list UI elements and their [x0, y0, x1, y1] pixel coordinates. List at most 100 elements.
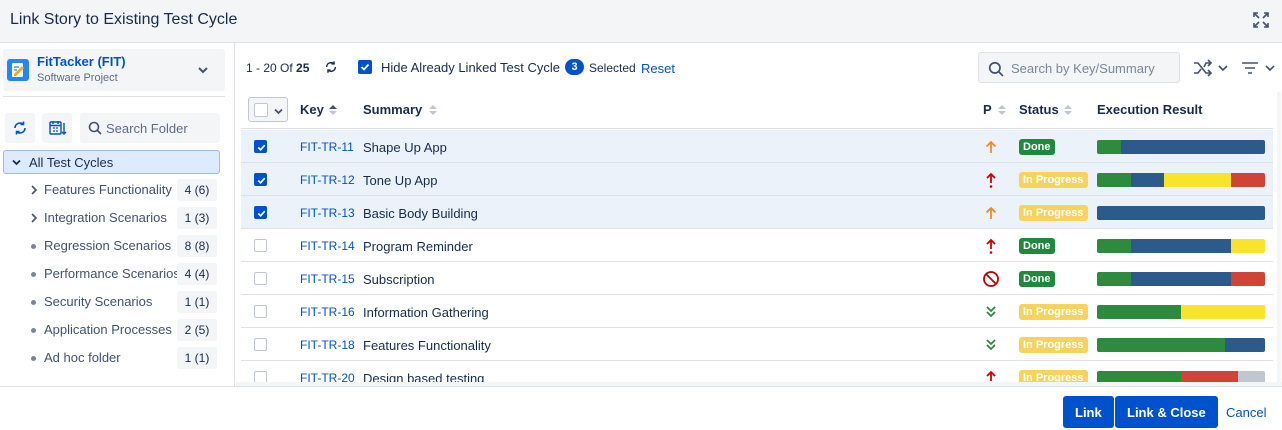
table-row[interactable]: FIT-TR-20 Design based testing In Progress — [241, 361, 1273, 382]
filter-icon[interactable] — [1240, 58, 1280, 78]
key-summary-search-input[interactable] — [1011, 59, 1176, 77]
table-row[interactable]: FIT-TR-13 Basic Body Building In Progress — [241, 196, 1273, 229]
header-execution-result: Execution Result — [1097, 102, 1203, 117]
header-priority[interactable]: P — [983, 102, 992, 117]
header-key[interactable]: Key — [300, 102, 324, 117]
row-key-link[interactable]: FIT-TR-16 — [300, 305, 355, 319]
row-checkbox[interactable] — [254, 305, 267, 318]
folder-search-input[interactable] — [106, 119, 216, 137]
chevron-right-icon[interactable] — [29, 213, 39, 223]
table-row[interactable]: FIT-TR-11 Shape Up App Done — [241, 130, 1273, 163]
execution-result-bar — [1097, 371, 1265, 382]
select-all-dropdown[interactable] — [248, 97, 288, 122]
folder-label: Ad hoc folder — [44, 350, 121, 365]
project-selector[interactable]: FitTacker (FIT) Software Project — [3, 49, 225, 91]
execution-segment — [1097, 173, 1131, 187]
sort-icon[interactable] — [997, 104, 1007, 116]
link-and-close-button[interactable]: Link & Close — [1115, 396, 1218, 428]
folder-item[interactable]: Ad hoc folder 1 (1) — [0, 346, 225, 370]
folder-label: Performance Scenarios — [44, 266, 180, 281]
execution-result-bar — [1097, 239, 1265, 253]
status-badge: Done — [1019, 271, 1055, 287]
execution-result-bar — [1097, 338, 1265, 352]
table-row[interactable]: FIT-TR-18 Features Functionality In Progre… — [241, 328, 1273, 361]
project-logo-icon — [7, 59, 29, 81]
select-all-checkbox[interactable] — [254, 103, 268, 117]
row-key-link[interactable]: FIT-TR-15 — [300, 272, 355, 286]
reset-link[interactable]: Reset — [641, 61, 675, 76]
tree-root-all-test-cycles[interactable]: All Test Cycles — [3, 150, 220, 174]
header-status[interactable]: Status — [1019, 102, 1059, 117]
priority-medium-icon — [985, 206, 997, 219]
row-checkbox[interactable] — [254, 239, 267, 252]
sort-icon[interactable] — [428, 104, 438, 116]
table-row[interactable]: FIT-TR-12 Tone Up App In Progress — [241, 163, 1273, 196]
selected-label: Selected — [589, 61, 636, 75]
folder-count: 1 (1) — [177, 291, 217, 313]
chevron-right-icon[interactable] — [29, 185, 39, 195]
table-row[interactable]: FIT-TR-15 Subscription Done — [241, 262, 1273, 295]
row-checkbox[interactable] — [254, 173, 267, 186]
execution-segment — [1097, 272, 1131, 286]
row-summary: Subscription — [363, 272, 435, 287]
sort-ascending-icon[interactable] — [328, 104, 338, 116]
row-checkbox[interactable] — [254, 206, 267, 219]
bullet-icon — [31, 244, 36, 249]
row-checkbox[interactable] — [254, 338, 267, 351]
table-header: Key Summary P Status Execution Result — [241, 92, 1273, 129]
chevron-down-icon — [274, 108, 283, 115]
execution-result-bar — [1097, 305, 1265, 319]
refresh-icon[interactable] — [324, 60, 338, 74]
table-row[interactable]: FIT-TR-16 Information Gathering In Progres… — [241, 295, 1273, 328]
bullet-icon — [31, 328, 36, 333]
sort-icon[interactable] — [1063, 104, 1073, 116]
bullet-icon — [31, 272, 36, 277]
row-checkbox[interactable] — [254, 272, 267, 285]
shuffle-icon[interactable] — [1192, 58, 1232, 78]
sort-by-date-button[interactable] — [42, 113, 72, 143]
table-row[interactable]: FIT-TR-14 Program Reminder Done — [241, 229, 1273, 262]
folder-item[interactable]: Security Scenarios 1 (1) — [0, 290, 225, 314]
execution-segment — [1130, 272, 1232, 286]
folder-count: 1 (3) — [177, 207, 217, 229]
status-badge: Done — [1019, 238, 1055, 254]
chevron-down-icon[interactable] — [197, 64, 209, 76]
key-summary-search-box — [978, 52, 1180, 83]
execution-result-bar — [1097, 140, 1265, 154]
row-checkbox[interactable] — [254, 371, 267, 382]
row-key-link[interactable]: FIT-TR-18 — [300, 338, 355, 352]
test-cycle-table: Key Summary P Status Execution Result FI… — [241, 92, 1273, 382]
row-checkbox[interactable] — [254, 140, 267, 153]
checkmark-icon — [257, 144, 266, 151]
bullet-icon — [31, 356, 36, 361]
dialog-header: Link Story to Existing Test Cycle — [0, 0, 1282, 43]
row-summary: Shape Up App — [363, 140, 447, 155]
execution-segment — [1238, 371, 1265, 382]
row-key-link[interactable]: FIT-TR-20 — [300, 371, 355, 382]
refresh-folders-button[interactable] — [5, 113, 35, 143]
vertical-scrollbar[interactable] — [1277, 92, 1281, 382]
folder-item[interactable]: Performance Scenarios 4 (4) — [0, 262, 225, 286]
folder-item[interactable]: Features Functionality 4 (6) — [0, 178, 225, 202]
row-key-link[interactable]: FIT-TR-13 — [300, 206, 355, 220]
row-key-link[interactable]: FIT-TR-12 — [300, 173, 355, 187]
cancel-button[interactable]: Cancel — [1220, 396, 1272, 428]
folder-item[interactable]: Application Processes 2 (5) — [0, 318, 225, 342]
folder-item[interactable]: Integration Scenarios 1 (3) — [0, 206, 225, 230]
folder-item[interactable]: Regression Scenarios 8 (8) — [0, 234, 225, 258]
row-summary: Tone Up App — [363, 173, 438, 188]
expand-icon[interactable] — [1251, 10, 1271, 30]
refresh-icon — [14, 121, 26, 135]
folder-count: 4 (6) — [177, 179, 217, 201]
hide-linked-checkbox[interactable] — [358, 60, 372, 74]
header-summary[interactable]: Summary — [363, 102, 422, 117]
bullet-icon — [31, 300, 36, 305]
execution-segment — [1164, 173, 1232, 187]
row-key-link[interactable]: FIT-TR-11 — [300, 140, 354, 154]
execution-segment — [1097, 239, 1131, 253]
row-key-link[interactable]: FIT-TR-14 — [300, 239, 355, 253]
priority-highest-icon — [986, 370, 996, 381]
link-button[interactable]: Link — [1063, 396, 1114, 428]
chevron-down-icon[interactable] — [12, 158, 21, 167]
search-icon — [988, 61, 1004, 77]
